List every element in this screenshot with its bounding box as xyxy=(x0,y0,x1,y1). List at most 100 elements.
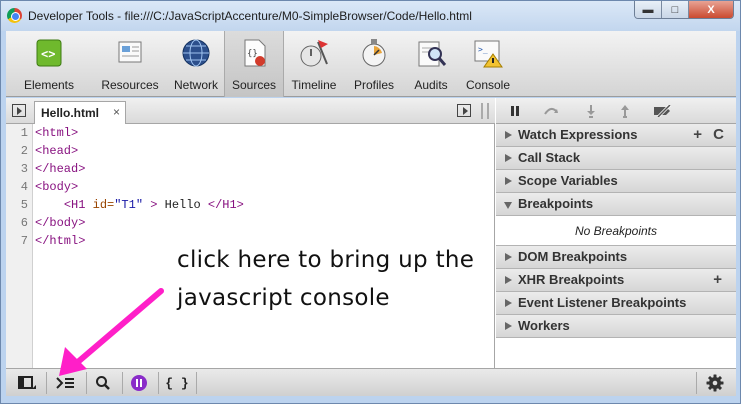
resources-icon xyxy=(118,41,142,63)
tool-profiles[interactable]: Profiles xyxy=(344,31,404,97)
tool-label: Resources xyxy=(101,78,159,92)
line-number[interactable]: 1 xyxy=(6,124,32,142)
line-number[interactable]: 4 xyxy=(6,178,32,196)
code-tag-close: > xyxy=(143,198,158,212)
deactivate-breakpoints-button[interactable] xyxy=(648,102,678,120)
tool-label: Sources xyxy=(231,78,277,92)
settings-button[interactable] xyxy=(700,373,730,393)
status-bar: { } xyxy=(6,368,736,396)
editor-tab-bar: Hello.html × xyxy=(6,98,495,124)
annotation-line: javascript console xyxy=(177,285,390,311)
pane-resize-handle[interactable] xyxy=(481,103,489,119)
line-number[interactable]: 7 xyxy=(6,232,32,250)
dock-icon xyxy=(18,376,36,389)
section-scope-variables[interactable]: Scope Variables xyxy=(496,170,736,193)
code-line: </body> xyxy=(35,216,86,230)
tool-audits[interactable]: Audits xyxy=(404,31,458,97)
close-button[interactable]: X xyxy=(689,1,733,18)
console-drawer-icon xyxy=(56,377,74,389)
section-dom-breakpoints[interactable]: DOM Breakpoints xyxy=(496,246,736,269)
section-label: Breakpoints xyxy=(518,196,594,211)
step-into-button[interactable] xyxy=(576,102,606,120)
sources-panel: Hello.html × 1 2 3 4 5 6 7 <html> <head>… xyxy=(6,98,736,368)
annotation-text: click here to bring up the javascript co… xyxy=(177,241,474,317)
line-number[interactable]: 6 xyxy=(6,214,32,232)
breakpoints-empty-message: No Breakpoints xyxy=(496,216,736,246)
section-xhr-breakpoints[interactable]: XHR Breakpoints + xyxy=(496,269,736,292)
pause-button[interactable] xyxy=(500,102,530,120)
console-icon: >_ xyxy=(474,40,503,68)
step-out-button[interactable] xyxy=(610,102,640,120)
section-label: Workers xyxy=(518,318,570,333)
title-bar: Developer Tools - file:///C:/JavaScriptA… xyxy=(1,1,740,31)
pause-on-exceptions-button[interactable] xyxy=(124,373,154,393)
section-label: Scope Variables xyxy=(518,173,618,188)
tab-hello-html[interactable]: Hello.html × xyxy=(34,101,126,124)
tool-label: Timeline xyxy=(291,78,337,92)
section-label: DOM Breakpoints xyxy=(518,249,628,264)
section-label: Watch Expressions xyxy=(518,127,638,142)
section-call-stack[interactable]: Call Stack xyxy=(496,147,736,170)
code-tag-open: <H1 xyxy=(63,198,86,212)
tool-label: Profiles xyxy=(353,78,394,92)
tool-elements[interactable]: <> Elements xyxy=(6,31,92,97)
network-icon xyxy=(182,39,210,67)
section-workers[interactable]: Workers xyxy=(496,315,736,338)
section-watch-expressions[interactable]: Watch Expressions + C xyxy=(496,124,736,147)
debugger-sidebar: Watch Expressions + C Call Stack Scope V… xyxy=(496,98,736,368)
step-into-icon xyxy=(587,105,595,118)
refresh-watch-icon[interactable]: C xyxy=(713,124,724,146)
tool-network[interactable]: Network xyxy=(168,31,224,97)
dock-button[interactable] xyxy=(12,373,42,393)
tool-sources[interactable]: {} Sources xyxy=(224,31,284,97)
pause-icon xyxy=(511,106,519,116)
tool-timeline[interactable]: Timeline xyxy=(284,31,344,97)
section-breakpoints[interactable]: Breakpoints xyxy=(496,193,736,216)
add-xhr-breakpoint-icon[interactable]: + xyxy=(713,269,722,291)
section-event-listener-breakpoints[interactable]: Event Listener Breakpoints xyxy=(496,292,736,315)
code-lines: <html> <head> </head> <body> <H1 id="T1"… xyxy=(35,124,244,250)
tool-resources[interactable]: Resources xyxy=(92,31,168,97)
annotation-line: click here to bring up the xyxy=(177,247,475,273)
timeline-icon xyxy=(300,40,328,67)
gear-icon xyxy=(706,374,724,392)
chrome-icon xyxy=(7,8,22,23)
window-controls: ▬ □ X xyxy=(634,1,734,19)
code-text: Hello xyxy=(157,198,208,212)
toggle-navigator-icon[interactable] xyxy=(12,104,26,117)
toggle-debugger-sidebar-icon[interactable] xyxy=(457,104,471,117)
line-gutter[interactable]: 1 2 3 4 5 6 7 xyxy=(6,124,33,368)
tool-console[interactable]: >_ Console xyxy=(458,31,518,97)
svg-text:{}: {} xyxy=(247,49,258,59)
minimize-button[interactable]: ▬ xyxy=(635,1,662,18)
add-watch-icon[interactable]: + xyxy=(693,124,702,146)
show-console-button[interactable] xyxy=(50,373,80,393)
tool-label: Audits xyxy=(414,78,448,92)
maximize-button[interactable]: □ xyxy=(662,1,689,18)
tool-label: Elements xyxy=(23,78,75,92)
search-button[interactable] xyxy=(88,373,118,393)
line-number[interactable]: 5 xyxy=(6,196,32,214)
editor-pane: Hello.html × 1 2 3 4 5 6 7 <html> <head>… xyxy=(6,98,495,368)
section-label: Event Listener Breakpoints xyxy=(518,295,687,310)
audits-icon xyxy=(418,41,447,67)
tab-label: Hello.html xyxy=(41,106,100,120)
code-line: <head> xyxy=(35,144,79,158)
panel-toolbar: <> Elements Resources Network {} Sources… xyxy=(6,31,736,97)
line-number[interactable]: 2 xyxy=(6,142,32,160)
pretty-print-button[interactable]: { } xyxy=(162,373,192,393)
step-over-button[interactable] xyxy=(536,102,566,120)
svg-text:<>: <> xyxy=(41,47,55,61)
pause-on-exceptions-icon xyxy=(131,375,147,391)
devtools-window: Developer Tools - file:///C:/JavaScriptA… xyxy=(0,0,741,404)
debugger-toolbar xyxy=(496,98,736,124)
section-label: Call Stack xyxy=(518,150,581,165)
step-out-icon xyxy=(621,105,629,118)
sources-icon: {} xyxy=(244,39,266,67)
profiles-icon xyxy=(362,39,386,67)
tab-close-icon[interactable]: × xyxy=(113,105,120,119)
line-number[interactable]: 3 xyxy=(6,160,32,178)
window-title: Developer Tools - file:///C:/JavaScriptA… xyxy=(28,9,472,23)
tool-label: Network xyxy=(173,78,218,92)
